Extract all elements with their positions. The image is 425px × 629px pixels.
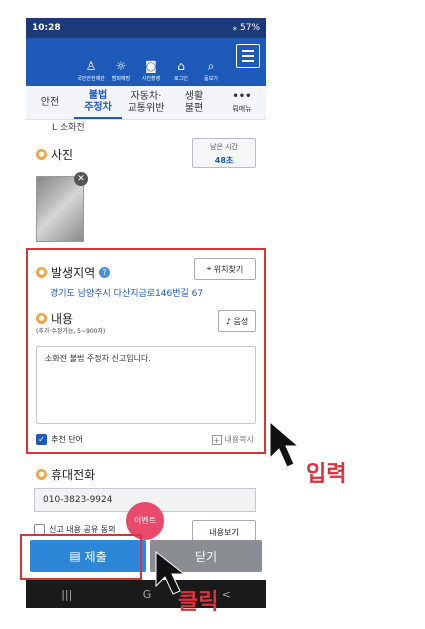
tab-daily-inconvenience[interactable]: 생활 불편	[170, 86, 218, 119]
copy-content-button[interactable]: + 내용복사	[211, 434, 254, 445]
magnifier-icon: ⌕	[207, 59, 215, 73]
pin-icon: ⌖	[206, 264, 214, 273]
annotation-input: 입력	[306, 462, 347, 487]
nav-safety-proposal[interactable]: ♙ 국민안전제안	[76, 46, 106, 82]
status-time: 10:28	[32, 23, 61, 33]
report-form: L 소화전 ● 사진 남은 시간 48초 ✕ ● 발생지역? ⌖ 위치찾기 경기도 남…	[26, 120, 266, 580]
recommend-words-checkbox[interactable]: ✓ 추천 단어	[36, 434, 83, 445]
tab-traffic-violation[interactable]: 자동차· 교통위반	[122, 86, 170, 119]
checkbox-checked-icon: ✓	[36, 434, 47, 445]
click-highlight-box	[20, 534, 142, 580]
microphone-icon: ♪	[225, 316, 234, 326]
nav-login[interactable]: ⌂ 로그인	[166, 46, 196, 82]
siren-icon: ☼	[115, 59, 127, 73]
photo-label: ● 사진	[36, 146, 73, 163]
nav-camera[interactable]: ◙ 사진촬영	[136, 46, 166, 82]
help-icon[interactable]: ?	[99, 267, 111, 278]
hamburger-menu-button[interactable]	[236, 44, 260, 68]
back-button[interactable]: <	[222, 588, 231, 601]
orange-dot-icon: ●	[36, 313, 47, 324]
orange-dot-icon: ●	[36, 149, 47, 160]
content-textarea[interactable]: 소화전 불법 주정차 신고입니다.	[36, 346, 256, 424]
phone-label: ● 휴대전화	[36, 466, 95, 483]
category-tabs: 안전 불법 주정차 자동차· 교통위반 생활 불편 ••• 뤄메뉴	[26, 86, 266, 120]
orange-dot-icon: ●	[36, 469, 47, 480]
remaining-time-value: 48초	[214, 156, 234, 165]
status-bar: 10:28 ⁎ 57%	[26, 18, 266, 38]
status-indicators: ⁎ 57%	[232, 23, 260, 33]
tab-all-menu[interactable]: ••• 뤄메뉴	[218, 86, 266, 119]
remove-photo-icon[interactable]: ✕	[74, 172, 88, 186]
remaining-time-box: 남은 시간 48초	[192, 138, 256, 168]
lock-icon: ⌂	[177, 59, 185, 73]
input-highlight-box: ● 발생지역? ⌖ 위치찾기 경기도 남양주시 다산지금로146번길 67 ● 내용…	[26, 248, 266, 454]
nav-crime-prevention[interactable]: ☼ 범죄예방	[106, 46, 136, 82]
orange-dot-icon: ●	[36, 267, 47, 278]
phone-screen: 10:28 ⁎ 57% ♙ 국민안전제안 ☼ 범죄예방 ◙ 사진촬영 ⌂ 로그인 ⌕ 돋보…	[26, 18, 266, 608]
top-nav: ♙ 국민안전제안 ☼ 범죄예방 ◙ 사진촬영 ⌂ 로그인 ⌕ 돋보기	[26, 38, 266, 86]
voice-input-button[interactable]: ♪ 음성	[218, 310, 256, 332]
tab-safety[interactable]: 안전	[26, 86, 74, 119]
address-text: 경기도 남양주시 다산지금로146번길 67	[50, 289, 204, 299]
content-hint: (추가·수정가능, 5~900자)	[36, 328, 106, 335]
recent-apps-button[interactable]: |||	[61, 588, 72, 601]
previous-item: L 소화전	[52, 123, 85, 133]
location-label: ● 발생지역?	[36, 264, 111, 281]
annotation-click: 클릭	[178, 590, 219, 615]
person-icon: ♙	[85, 59, 97, 73]
nav-magnifier[interactable]: ⌕ 돋보기	[196, 46, 226, 82]
android-nav-bar: ||| G <	[26, 580, 266, 608]
content-label: ● 내용	[36, 310, 73, 327]
find-location-button[interactable]: ⌖ 위치찾기	[194, 258, 256, 280]
cursor-arrow-input-icon	[269, 420, 300, 468]
tab-illegal-parking[interactable]: 불법 주정차	[74, 86, 122, 119]
copy-icon: +	[211, 434, 222, 445]
photo-thumbnail[interactable]	[36, 176, 84, 242]
camera-icon: ◙	[145, 59, 157, 73]
